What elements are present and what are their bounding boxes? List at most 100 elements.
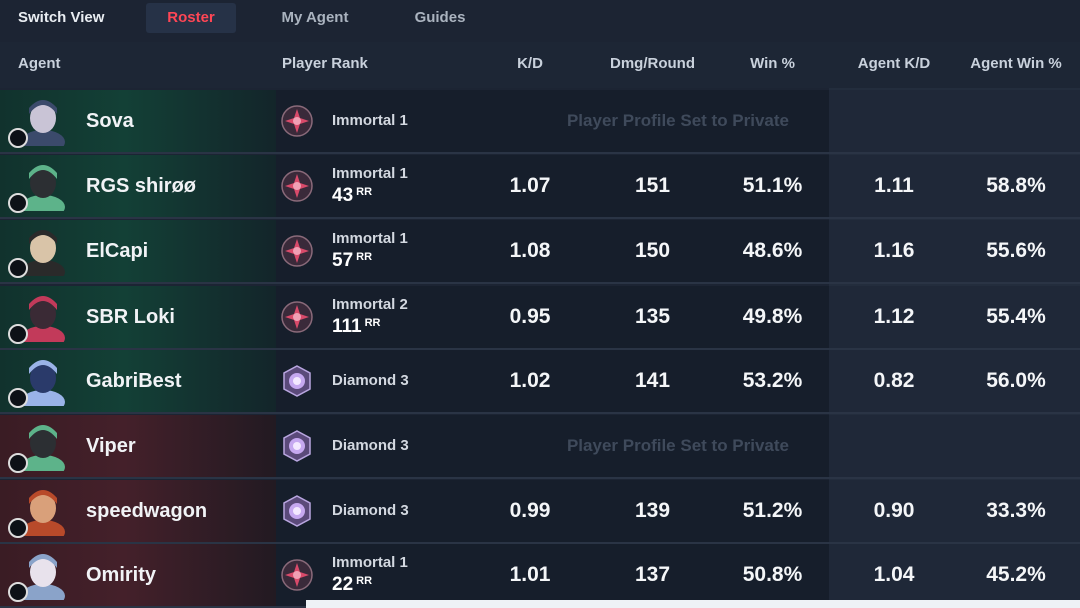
immortal-icon — [280, 169, 314, 203]
agent-stats-cell: 1.12 55.4% — [829, 286, 1080, 348]
table-row[interactable]: ElCapi Immortal 1 57 RR 1.08 150 48.6% 1.… — [0, 220, 1080, 284]
agent-cell: Omirity — [0, 544, 276, 608]
rank-name: Diamond 3 — [332, 372, 409, 389]
agent-stats-cell — [829, 90, 1080, 152]
table-row[interactable]: GabriBest Diamond 3 1.02 141 53.2% 0.82 … — [0, 350, 1080, 414]
agent-kd-value: 1.12 — [873, 305, 915, 328]
immortal-icon — [280, 104, 314, 138]
agent-cell: speedwagon — [0, 480, 276, 544]
col-dmg-round: Dmg/Round — [610, 55, 695, 72]
kd-value: 1.02 — [509, 369, 551, 392]
rank-and-stats-cell: Immortal 1 Player Profile Set to Private — [276, 90, 829, 152]
agent-stats-cell: 0.90 33.3% — [829, 480, 1080, 542]
agent-cell: SBR Loki — [0, 286, 276, 350]
agent-stats-cell: 1.04 45.2% — [829, 544, 1080, 606]
private-profile-notice: Player Profile Set to Private — [566, 111, 790, 130]
table-row[interactable]: RGS shirøø Immortal 1 43 RR 1.07 151 51.1… — [0, 155, 1080, 219]
rr-value: 22 — [332, 574, 354, 595]
rr-label: RR — [356, 251, 373, 263]
agent-stats-cell — [829, 415, 1080, 477]
col-player-rank: Player Rank — [282, 55, 368, 72]
rank-and-stats-cell: Diamond 3 Player Profile Set to Private — [276, 415, 829, 477]
rank-rating: 111 RR — [332, 316, 381, 338]
table-row[interactable]: Viper Diamond 3 Player Profile Set to Pr… — [0, 415, 1080, 479]
dmg-round-value: 141 — [634, 369, 671, 392]
table-row[interactable]: Sova Immortal 1 Player Profile Set to Pr… — [0, 90, 1080, 154]
row-divider — [0, 152, 1080, 154]
duelist-icon — [8, 582, 28, 602]
dmg-round-value: 151 — [634, 174, 671, 197]
rank-name: Immortal 1 — [332, 165, 408, 182]
immortal-icon — [280, 234, 314, 268]
kd-value: 1.08 — [509, 239, 551, 262]
diamond-icon — [280, 494, 314, 528]
tab-my-agent[interactable]: My Agent — [265, 3, 365, 33]
player-name: Viper — [86, 435, 136, 457]
agent-win-pct-value: 58.8% — [986, 174, 1046, 197]
kd-value: 0.99 — [509, 499, 551, 522]
win-pct-value: 50.8% — [742, 563, 803, 586]
rank-and-stats-cell: Immortal 2 111 RR 0.95 135 49.8% — [276, 286, 829, 348]
col-agent-kd: Agent K/D — [857, 55, 931, 72]
initiator-icon — [8, 518, 28, 538]
agent-kd-value: 1.04 — [873, 563, 915, 586]
agent-stats-cell: 1.11 58.8% — [829, 155, 1080, 217]
rr-value: 57 — [332, 250, 354, 271]
rank-and-stats-cell: Diamond 3 1.02 141 53.2% — [276, 350, 829, 412]
initiator-icon — [8, 128, 28, 148]
agent-cell: Sova — [0, 90, 276, 154]
agent-kd-value: 0.90 — [873, 499, 915, 522]
agent-stats-cell: 0.82 56.0% — [829, 350, 1080, 412]
initiator-icon — [8, 388, 28, 408]
tab-roster[interactable]: Roster — [146, 3, 236, 33]
agent-win-pct-value: 55.4% — [986, 305, 1046, 328]
col-kd: K/D — [517, 55, 543, 72]
agent-win-pct-value: 45.2% — [986, 563, 1046, 586]
table-row[interactable]: Omirity Immortal 1 22 RR 1.01 137 50.8% 1… — [0, 544, 1080, 608]
col-win-pct: Win % — [750, 55, 795, 72]
col-agent: Agent — [18, 55, 61, 72]
tab-guides[interactable]: Guides — [400, 3, 480, 33]
agent-cell: ElCapi — [0, 220, 276, 284]
table-row[interactable]: speedwagon Diamond 3 0.99 139 51.2% 0.90… — [0, 480, 1080, 544]
controller-icon — [8, 193, 28, 213]
win-pct-value: 53.2% — [742, 369, 803, 392]
immortal-icon — [280, 558, 314, 592]
diamond-icon — [280, 429, 314, 463]
player-name: Omirity — [86, 564, 157, 586]
rank-and-stats-cell: Immortal 1 57 RR 1.08 150 48.6% — [276, 220, 829, 282]
row-divider — [0, 217, 1080, 219]
duelist-icon — [8, 324, 28, 344]
agent-kd-value: 1.16 — [873, 239, 915, 262]
agent-kd-value: 0.82 — [873, 369, 915, 392]
dmg-round-value: 135 — [634, 305, 671, 328]
col-agent-win-pct: Agent Win % — [970, 55, 1062, 72]
player-name: RGS shirøø — [86, 175, 197, 197]
dmg-round-value: 137 — [634, 563, 671, 586]
rank-name: Immortal 1 — [332, 230, 408, 247]
win-pct-value: 51.2% — [742, 499, 803, 522]
match-roster-view: Switch View Roster My Agent Guides Agent… — [0, 0, 1080, 608]
win-pct-value: 51.1% — [742, 174, 803, 197]
kd-value: 1.01 — [509, 563, 551, 586]
agent-stats-cell: 1.16 55.6% — [829, 220, 1080, 282]
switch-view-button[interactable]: Switch View — [18, 9, 104, 26]
rank-name: Immortal 2 — [332, 296, 408, 313]
rank-name: Immortal 1 — [332, 554, 408, 571]
row-divider — [0, 477, 1080, 479]
table-row[interactable]: SBR Loki Immortal 2 111 RR 0.95 135 49.8%… — [0, 286, 1080, 350]
rr-label: RR — [356, 186, 373, 198]
rank-and-stats-cell: Diamond 3 0.99 139 51.2% — [276, 480, 829, 542]
rr-value: 111 — [332, 316, 362, 337]
agent-cell: RGS shirøø — [0, 155, 276, 219]
rank-name: Diamond 3 — [332, 437, 409, 454]
rr-value: 43 — [332, 185, 354, 206]
agent-win-pct-value: 33.3% — [986, 499, 1046, 522]
rank-rating: 43 RR — [332, 185, 372, 207]
private-profile-notice: Player Profile Set to Private — [566, 436, 790, 455]
diamond-icon — [280, 364, 314, 398]
player-name: GabriBest — [86, 370, 182, 392]
sentinel-icon — [8, 258, 28, 278]
kd-value: 0.95 — [509, 305, 551, 328]
agent-cell: GabriBest — [0, 350, 276, 414]
